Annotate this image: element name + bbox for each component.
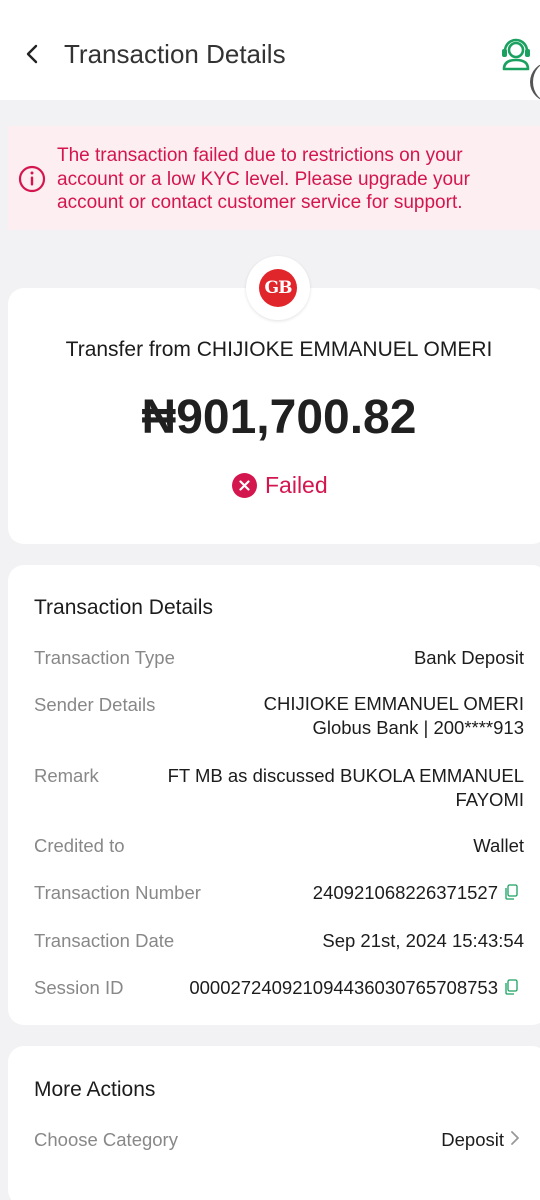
app-header: Transaction Details [0,0,540,102]
transfer-title: Transfer from CHIJIOKE EMMANUEL OMERI [65,338,493,361]
session-id-value: 000027240921094436030765708753 [189,977,498,998]
transaction-number-value: 240921068226371527 [312,882,498,903]
page-title: Transaction Details [64,39,286,69]
category-value[interactable]: Deposit [441,1128,504,1151]
sender-details-label: Sender Details [34,694,156,715]
copy-icon[interactable] [504,884,518,900]
transaction-amount: ₦901,700.82 [141,391,417,444]
status-badge: Failed [232,470,328,500]
failed-x-icon [232,472,257,498]
credited-to-value: Wallet [473,835,524,856]
details-section-title: Transaction Details [34,596,213,619]
bank-logo-mark: GB [259,269,297,307]
remark-value-line2: FAYOMI [455,789,524,810]
session-id-label: Session ID [34,977,124,998]
sender-name-value: CHIJIOKE EMMANUEL OMERI [263,693,524,714]
transaction-type-value: Bank Deposit [413,647,524,668]
bank-logo: GB [246,256,310,320]
transaction-date-label: Transaction Date [34,930,175,951]
back-button[interactable] [16,38,48,70]
more-actions-title: More Actions [34,1078,156,1101]
transaction-date-value: Sep 21st, 2024 15:43:54 [322,930,524,951]
credited-to-label: Credited to [34,835,125,856]
chevron-left-icon[interactable] [25,43,39,65]
status-text: Failed [265,471,328,498]
remark-value: FT MB as discussed BUKOLA EMMANUEL [167,765,524,786]
choose-category-label[interactable]: Choose Category [34,1129,178,1151]
chevron-right-icon[interactable] [508,1128,522,1148]
customer-support-button[interactable] [496,34,536,74]
alert-message: The transaction failed due to restrictio… [57,145,470,213]
remark-label: Remark [34,765,99,786]
info-circle-icon [18,165,46,193]
more-actions-card [8,1046,540,1200]
copy-icon[interactable] [504,979,518,995]
transaction-number-label: Transaction Number [34,882,201,903]
sender-bank-value: Globus Bank | 200****913 [312,717,524,738]
transaction-type-label: Transaction Type [34,647,175,668]
error-alert-banner: The transaction failed due to restrictio… [8,126,540,230]
customer-support-icon[interactable] [498,36,534,72]
